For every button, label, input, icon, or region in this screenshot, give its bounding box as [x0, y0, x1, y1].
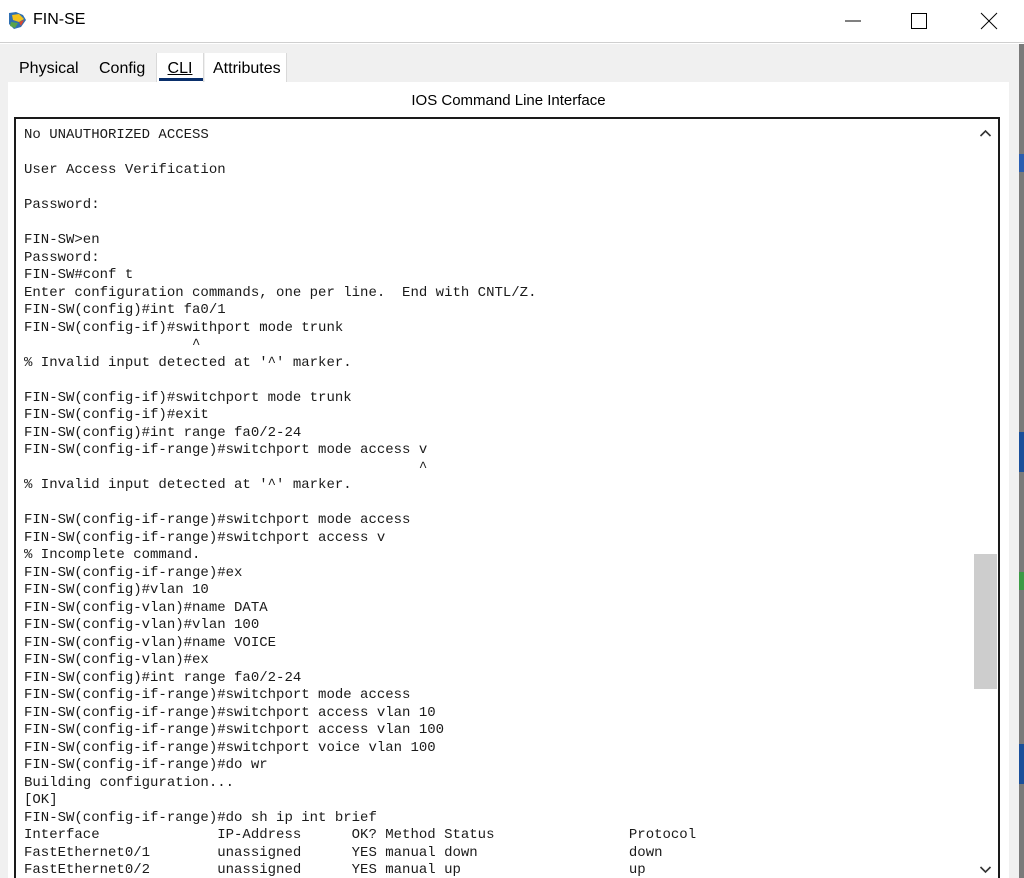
- tab-cli-label: CLI: [167, 60, 193, 77]
- terminal-output[interactable]: No UNAUTHORIZED ACCESS User Access Verif…: [24, 127, 696, 878]
- tab-cli[interactable]: CLI: [156, 53, 204, 82]
- title-bar: FIN-SE: [0, 0, 1024, 43]
- scroll-thumb[interactable]: [974, 554, 997, 689]
- close-button[interactable]: [966, 0, 1012, 43]
- close-icon: [980, 12, 998, 30]
- active-tab-indicator: [159, 78, 203, 81]
- cli-terminal[interactable]: No UNAUTHORIZED ACCESS User Access Verif…: [14, 117, 1000, 878]
- minimize-button[interactable]: [830, 0, 876, 43]
- tab-config[interactable]: Config: [99, 53, 145, 82]
- tab-config-label: Config: [99, 60, 146, 77]
- maximize-icon: [911, 13, 927, 29]
- cli-header: IOS Command Line Interface: [411, 92, 606, 109]
- packet-tracer-switch-icon: [9, 12, 26, 29]
- minimize-icon: [845, 20, 861, 22]
- tab-physical[interactable]: Physical: [19, 53, 79, 82]
- scroll-down-arrow-icon[interactable]: [973, 861, 998, 878]
- tab-physical-label: Physical: [19, 60, 79, 77]
- tab-attributes-label: Attributes: [213, 60, 281, 77]
- scroll-up-arrow-icon[interactable]: [973, 123, 998, 143]
- maximize-button[interactable]: [896, 0, 942, 43]
- terminal-scrollbar[interactable]: [973, 119, 998, 878]
- tab-attributes[interactable]: Attributes: [205, 53, 287, 82]
- window-title: FIN-SE: [33, 11, 86, 28]
- window-right-edge: [1019, 44, 1024, 878]
